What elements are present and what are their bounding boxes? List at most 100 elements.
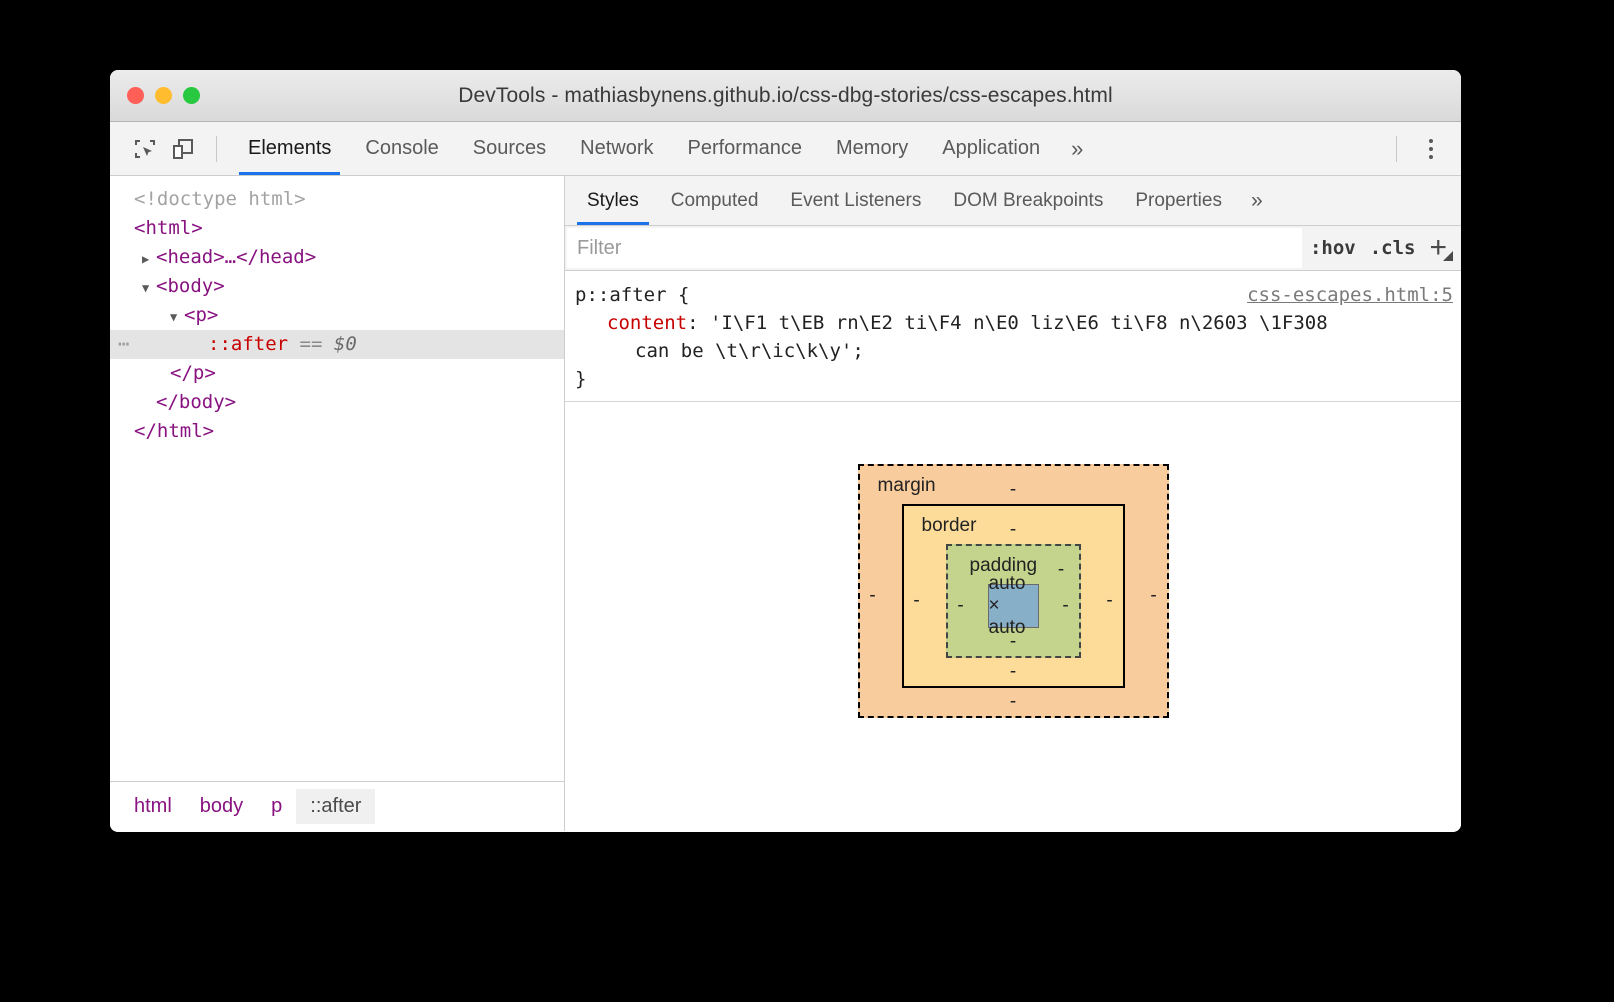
chevron-right-icon[interactable]: ▶ (142, 245, 156, 274)
dom-node-text: </html> (134, 420, 215, 442)
devtools-main-toolbar: Elements Console Sources Network Perform… (110, 122, 1461, 176)
more-options-icon[interactable] (1411, 132, 1451, 166)
screenshot-stage: DevTools - mathiasbynens.github.io/css-d… (0, 0, 1614, 1002)
tab-network[interactable]: Network (563, 122, 670, 175)
more-tabs-icon[interactable]: » (1057, 122, 1097, 175)
box-model-padding[interactable]: padding - - auto × auto - - (945, 544, 1081, 658)
toolbar-right-group (1382, 132, 1461, 166)
window-title: DevTools - mathiasbynens.github.io/css-d… (458, 83, 1113, 107)
styles-filter-buttons: :hov .cls + (1302, 226, 1461, 270)
traffic-light-group (127, 87, 200, 104)
tab-memory[interactable]: Memory (819, 122, 925, 175)
close-window-button[interactable] (127, 87, 144, 104)
breadcrumb: html body p ::after (110, 781, 564, 831)
css-property-value-line2[interactable]: can be \t\r\ic\k\y'; (575, 337, 1461, 365)
dom-node-p-close[interactable]: </p> (110, 359, 564, 388)
toggle-pseudo-states-button[interactable]: :hov (1310, 237, 1356, 259)
box-model-border-right[interactable]: - (1097, 544, 1123, 658)
box-model-padding-bottom[interactable]: - (948, 628, 1079, 656)
tab-sources[interactable]: Sources (456, 122, 563, 175)
window-titlebar: DevTools - mathiasbynens.github.io/css-d… (110, 70, 1461, 122)
tab-elements[interactable]: Elements (231, 122, 348, 175)
box-model-border-left[interactable]: - (904, 544, 930, 658)
dom-node-p-open[interactable]: ▼ <p> (110, 301, 564, 330)
dom-node-text: ::after (208, 333, 289, 355)
dom-node-console-ref: $0 (333, 333, 357, 355)
dom-node-text: <head>…</head> (156, 246, 317, 268)
stylesheet-source-link[interactable]: css-escapes.html:5 (1247, 281, 1453, 309)
box-model-margin[interactable]: margin - - border - - padding - - auto ×… (857, 464, 1169, 718)
tab-properties[interactable]: Properties (1119, 176, 1238, 225)
breadcrumb-item-after[interactable]: ::after (296, 789, 376, 824)
dom-node-body-close[interactable]: </body> (110, 388, 564, 417)
more-sub-tabs-icon[interactable]: » (1238, 176, 1276, 225)
devtools-body: <!doctype html> <html> ▶ <head>…</head> ▼… (110, 176, 1461, 831)
css-closing-brace: } (575, 368, 587, 390)
box-model-margin-left[interactable]: - (860, 504, 886, 688)
tab-computed[interactable]: Computed (655, 176, 775, 225)
new-style-rule-button[interactable]: + (1429, 233, 1453, 263)
box-model-content[interactable]: auto × auto (987, 573, 1039, 638)
device-toolbar-icon[interactable] (164, 132, 202, 166)
toolbar-divider (216, 135, 217, 162)
box-model-margin-right[interactable]: - (1141, 504, 1167, 688)
css-property-value-line1[interactable]: 'I\F1 t\EB rn\E2 ti\F4 n\E0 liz\E6 ti\F8… (710, 312, 1328, 334)
dom-node-eq-sign: == (299, 333, 323, 355)
dom-node-body-open[interactable]: ▼ <body> (110, 272, 564, 301)
dom-node-html-open[interactable]: <html> (110, 214, 564, 243)
box-model-padding-label: padding (969, 555, 1038, 576)
chevron-down-icon[interactable]: ▼ (170, 303, 184, 332)
box-model-padding-row: - auto × auto - (948, 573, 1079, 638)
minimize-window-button[interactable] (155, 87, 172, 104)
dom-node-space (322, 333, 333, 355)
dom-node-text: </body> (156, 391, 237, 413)
tab-application[interactable]: Application (925, 122, 1057, 175)
chevron-down-icon[interactable]: ▼ (142, 274, 156, 303)
dom-node-text: <p> (184, 304, 219, 326)
box-model-border-bottom[interactable]: - (904, 658, 1123, 686)
css-property-name[interactable]: content (607, 312, 687, 334)
dom-node-text: <body> (156, 275, 225, 297)
dom-node-equals (288, 333, 299, 355)
dom-node-doctype[interactable]: <!doctype html> (110, 185, 564, 214)
css-rule-block[interactable]: p::after { css-escapes.html:5 content: '… (565, 271, 1461, 402)
dom-tree[interactable]: <!doctype html> <html> ▶ <head>…</head> ▼… (110, 176, 564, 781)
box-model-border-label: border (921, 515, 977, 536)
dom-node-text: <!doctype html> (134, 188, 306, 210)
dom-node-after-pseudo[interactable]: ⋯::after == $0 (110, 330, 564, 359)
box-model-diagram: margin - - border - - padding - - auto ×… (565, 402, 1461, 831)
box-model-margin-bottom[interactable]: - (860, 688, 1167, 716)
styles-filter-row: :hov .cls + (565, 226, 1461, 271)
css-colon: : (687, 312, 710, 334)
breadcrumb-item-p[interactable]: p (257, 789, 296, 824)
dom-tree-pane: <!doctype html> <html> ▶ <head>…</head> ▼… (110, 176, 565, 831)
tab-dom-breakpoints[interactable]: DOM Breakpoints (937, 176, 1119, 225)
tab-styles[interactable]: Styles (571, 176, 655, 225)
dom-node-html-close[interactable]: </html> (110, 417, 564, 446)
tab-event-listeners[interactable]: Event Listeners (774, 176, 937, 225)
tab-console[interactable]: Console (348, 122, 455, 175)
inspect-element-icon[interactable] (126, 132, 164, 166)
styles-sub-tab-list: Styles Computed Event Listeners DOM Brea… (565, 176, 1461, 226)
box-model-padding-right[interactable]: - (1053, 584, 1079, 628)
box-model-margin-label: margin (877, 475, 936, 496)
css-declaration[interactable]: content: 'I\F1 t\EB rn\E2 ti\F4 n\E0 liz… (575, 309, 1461, 337)
breadcrumb-item-body[interactable]: body (186, 789, 257, 824)
dom-node-text: <html> (134, 217, 203, 239)
box-model-margin-row: - border - - padding - - auto × auto - -… (860, 504, 1167, 688)
tab-performance[interactable]: Performance (671, 122, 820, 175)
node-overflow-ellipsis-icon[interactable]: ⋯ (118, 330, 130, 359)
search-input[interactable] (567, 228, 1302, 268)
toolbar-divider-right (1396, 135, 1397, 162)
box-model-padding-left[interactable]: - (948, 584, 974, 628)
breadcrumb-item-html[interactable]: html (120, 789, 186, 824)
dom-node-head[interactable]: ▶ <head>…</head> (110, 243, 564, 272)
box-model-border[interactable]: border - - padding - - auto × auto - - -… (901, 504, 1125, 688)
styles-pane: Styles Computed Event Listeners DOM Brea… (565, 176, 1461, 831)
zoom-window-button[interactable] (183, 87, 200, 104)
toggle-element-classes-button[interactable]: .cls (1370, 237, 1416, 259)
devtools-window: DevTools - mathiasbynens.github.io/css-d… (110, 70, 1461, 832)
panel-tab-list: Elements Console Sources Network Perform… (231, 122, 1097, 175)
box-model-border-row: - padding - - auto × auto - - - (904, 544, 1123, 658)
dom-node-text: </p> (170, 362, 216, 384)
